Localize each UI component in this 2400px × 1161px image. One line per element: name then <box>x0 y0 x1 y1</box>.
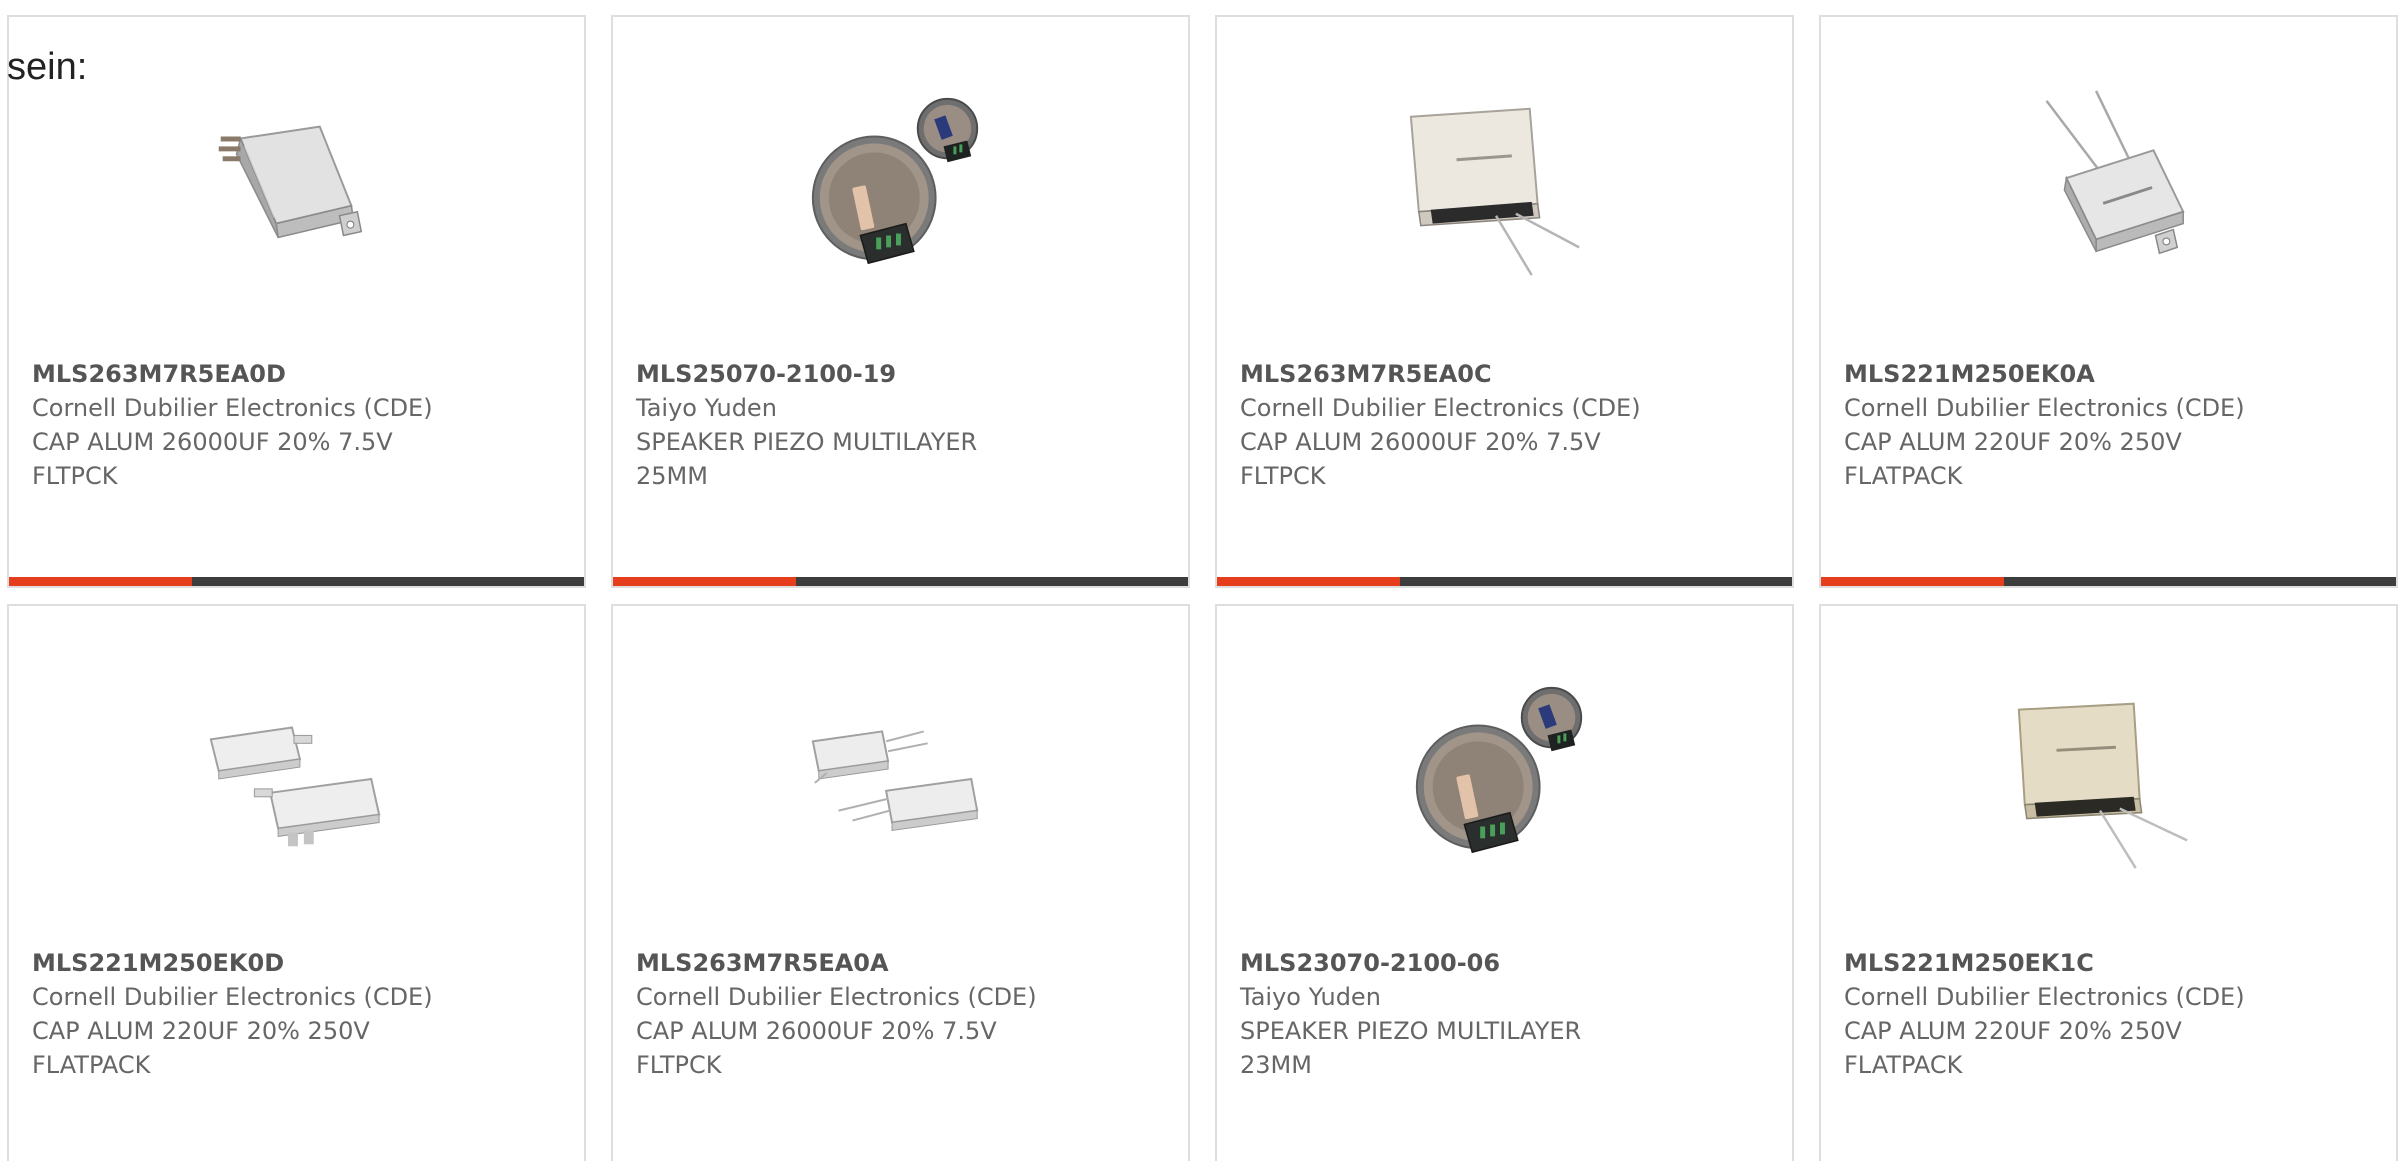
product-info: MLS221M250EK0D Cornell Dubilier Electron… <box>32 946 561 1082</box>
card-footer-accent <box>1217 577 1400 586</box>
part-number[interactable]: MLS221M250EK0A <box>1844 357 2373 391</box>
part-number[interactable]: MLS25070-2100-19 <box>636 357 1165 391</box>
part-number[interactable]: MLS263M7R5EA0D <box>32 357 561 391</box>
product-card[interactable]: MLS221M250EK0A Cornell Dubilier Electron… <box>1819 15 2398 588</box>
product-info: MLS263M7R5EA0A Cornell Dubilier Electron… <box>636 946 1165 1082</box>
product-info: MLS23070-2100-06 Taiyo Yuden SPEAKER PIE… <box>1240 946 1769 1082</box>
product-image[interactable] <box>2005 676 2203 874</box>
product-image[interactable] <box>1401 676 1599 874</box>
card-footer-bar <box>9 577 584 586</box>
manufacturer: Cornell Dubilier Electronics (CDE) <box>1844 394 2245 422</box>
description: CAP ALUM 26000UF 20% 7.5V FLTPCK <box>636 1017 997 1079</box>
product-image[interactable] <box>1401 87 1599 285</box>
description: CAP ALUM 220UF 20% 250V FLATPACK <box>1844 428 2182 490</box>
manufacturer: Cornell Dubilier Electronics (CDE) <box>32 983 433 1011</box>
description: SPEAKER PIEZO MULTILAYER 23MM <box>1240 1017 1582 1079</box>
product-card[interactable]: MLS25070-2100-19 Taiyo Yuden SPEAKER PIE… <box>611 15 1190 588</box>
product-listing-page: sein: MLS263M7R5EA0D Cornell Dubilier El… <box>0 0 2400 1161</box>
card-footer-bar <box>613 577 1188 586</box>
flatpack-capacitor-leads-tan-icon <box>2017 702 2188 869</box>
part-number[interactable]: MLS221M250EK1C <box>1844 946 2373 980</box>
manufacturer: Cornell Dubilier Electronics (CDE) <box>1240 394 1641 422</box>
card-footer-accent <box>9 577 192 586</box>
card-footer-bar <box>1217 577 1792 586</box>
product-image[interactable] <box>193 676 391 874</box>
description: CAP ALUM 26000UF 20% 7.5V FLTPCK <box>1240 428 1601 490</box>
product-image[interactable] <box>2005 87 2203 285</box>
product-card[interactable]: MLS23070-2100-06 Taiyo Yuden SPEAKER PIE… <box>1215 604 1794 1161</box>
manufacturer: Cornell Dubilier Electronics (CDE) <box>636 983 1037 1011</box>
flatpack-capacitor-pair-leads-icon <box>811 730 979 832</box>
part-number[interactable]: MLS263M7R5EA0A <box>636 946 1165 980</box>
piezo-speaker-icon <box>1415 686 1583 854</box>
product-card[interactable]: MLS221M250EK1C Cornell Dubilier Electron… <box>1819 604 2398 1161</box>
manufacturer: Cornell Dubilier Electronics (CDE) <box>1844 983 2245 1011</box>
flatpack-capacitor-leads-icon <box>1409 107 1580 276</box>
description: CAP ALUM 220UF 20% 250V FLATPACK <box>1844 1017 2182 1079</box>
card-footer-accent <box>613 577 796 586</box>
product-grid: MLS263M7R5EA0D Cornell Dubilier Electron… <box>7 15 2398 1161</box>
product-info: MLS25070-2100-19 Taiyo Yuden SPEAKER PIE… <box>636 357 1165 493</box>
product-image[interactable] <box>797 87 995 285</box>
part-number[interactable]: MLS221M250EK0D <box>32 946 561 980</box>
manufacturer: Cornell Dubilier Electronics (CDE) <box>32 394 433 422</box>
flatpack-capacitor-diamond-icon <box>2045 90 2185 255</box>
description: CAP ALUM 220UF 20% 250V FLATPACK <box>32 1017 370 1079</box>
product-card[interactable]: MLS221M250EK0D Cornell Dubilier Electron… <box>7 604 586 1161</box>
product-image[interactable] <box>193 87 391 285</box>
product-info: MLS221M250EK0A Cornell Dubilier Electron… <box>1844 357 2373 493</box>
product-image[interactable] <box>797 676 995 874</box>
part-number[interactable]: MLS23070-2100-06 <box>1240 946 1769 980</box>
card-footer-accent <box>1821 577 2004 586</box>
flatpack-capacitor-angled-icon <box>218 125 363 239</box>
part-number[interactable]: MLS263M7R5EA0C <box>1240 357 1769 391</box>
product-info: MLS221M250EK1C Cornell Dubilier Electron… <box>1844 946 2373 1082</box>
card-footer-bar <box>1821 577 2396 586</box>
product-info: MLS263M7R5EA0D Cornell Dubilier Electron… <box>32 357 561 493</box>
flatpack-capacitor-pair-icon <box>209 726 381 847</box>
product-info: MLS263M7R5EA0C Cornell Dubilier Electron… <box>1240 357 1769 493</box>
product-card[interactable]: MLS263M7R5EA0C Cornell Dubilier Electron… <box>1215 15 1794 588</box>
manufacturer: Taiyo Yuden <box>636 394 777 422</box>
description: CAP ALUM 26000UF 20% 7.5V FLTPCK <box>32 428 393 490</box>
product-card[interactable]: MLS263M7R5EA0D Cornell Dubilier Electron… <box>7 15 586 588</box>
product-card[interactable]: MLS263M7R5EA0A Cornell Dubilier Electron… <box>611 604 1190 1161</box>
piezo-speaker-icon <box>811 97 979 265</box>
manufacturer: Taiyo Yuden <box>1240 983 1381 1011</box>
intro-text: sein: <box>7 46 88 88</box>
description: SPEAKER PIEZO MULTILAYER 25MM <box>636 428 978 490</box>
